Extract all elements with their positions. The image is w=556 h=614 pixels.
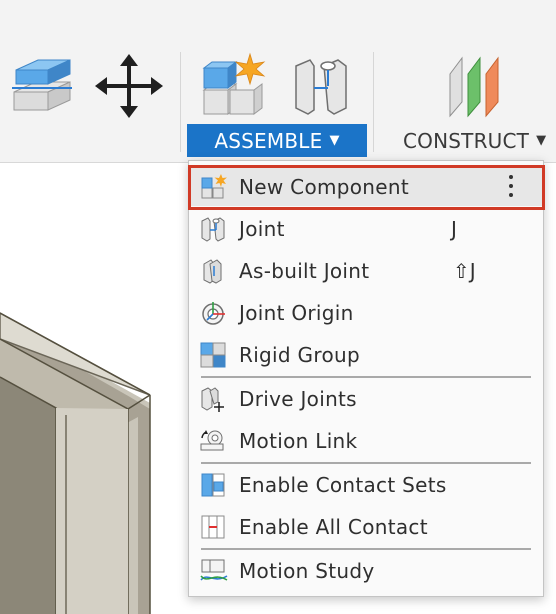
assemble-tab[interactable]: ASSEMBLE ▼ xyxy=(187,124,367,157)
dropdown-caret-icon: ▼ xyxy=(536,133,547,148)
menu-item-label: Motion Study xyxy=(239,559,375,583)
menu-item-label: Enable All Contact xyxy=(239,515,428,539)
motion-link-icon xyxy=(200,428,226,454)
menu-item-label: As-built Joint xyxy=(239,259,370,283)
menu-item-as-built-joint[interactable]: As-built Joint ⇧J xyxy=(189,250,543,290)
menu-item-enable-all-contact[interactable]: Enable All Contact xyxy=(189,506,543,546)
menu-item-joint[interactable]: Joint J xyxy=(189,208,543,248)
menu-item-label: Joint Origin xyxy=(239,301,354,325)
menu-item-label: Drive Joints xyxy=(239,387,357,411)
as-built-joint-icon xyxy=(200,258,226,284)
menu-item-motion-study[interactable]: Motion Study xyxy=(189,550,543,590)
assemble-tab-label: ASSEMBLE xyxy=(214,128,323,153)
rigid-group-icon xyxy=(200,342,226,368)
construct-tab-label: CONSTRUCT xyxy=(403,128,530,153)
menu-item-new-component[interactable]: New Component xyxy=(189,166,543,206)
menu-item-label: Motion Link xyxy=(239,429,358,453)
construct-tab[interactable]: CONSTRUCT ▼ xyxy=(403,124,556,157)
more-options-icon[interactable] xyxy=(508,175,514,199)
move-copy-icon[interactable] xyxy=(95,52,163,120)
shortcut-label: ⇧J xyxy=(453,259,476,283)
menu-item-label: Joint xyxy=(239,217,285,241)
joint-icon xyxy=(200,216,226,242)
toolbar: ASSEMBLE ▼ CONSTRUCT ▼ xyxy=(0,0,556,163)
assemble-dropdown-menu: New Component Joint J As-built Joint ⇧J xyxy=(188,160,544,597)
enable-all-contact-icon xyxy=(200,514,226,540)
shortcut-label: J xyxy=(451,217,457,241)
toolbar-divider xyxy=(373,52,374,152)
toolbar-divider xyxy=(180,52,181,152)
enable-contact-sets-icon xyxy=(200,472,226,498)
menu-item-drive-joints[interactable]: Drive Joints xyxy=(189,378,543,418)
menu-item-enable-contact-sets[interactable]: Enable Contact Sets xyxy=(189,464,543,504)
motion-study-icon xyxy=(200,558,228,584)
construct-plane-icon[interactable] xyxy=(440,52,520,120)
menu-item-label: New Component xyxy=(239,175,409,199)
menu-item-joint-origin[interactable]: Joint Origin xyxy=(189,292,543,332)
drive-joints-icon xyxy=(200,386,226,412)
menu-item-rigid-group[interactable]: Rigid Group xyxy=(189,334,543,374)
dropdown-caret-icon: ▼ xyxy=(329,133,340,148)
new-component-icon[interactable] xyxy=(198,52,268,120)
new-component-icon xyxy=(200,174,227,200)
joint-origin-icon xyxy=(200,300,226,326)
extrude-icon[interactable] xyxy=(8,52,76,120)
menu-item-label: Rigid Group xyxy=(239,343,360,367)
joint-icon[interactable] xyxy=(288,52,356,120)
menu-item-motion-link[interactable]: Motion Link xyxy=(189,420,543,460)
menu-item-label: Enable Contact Sets xyxy=(239,473,447,497)
